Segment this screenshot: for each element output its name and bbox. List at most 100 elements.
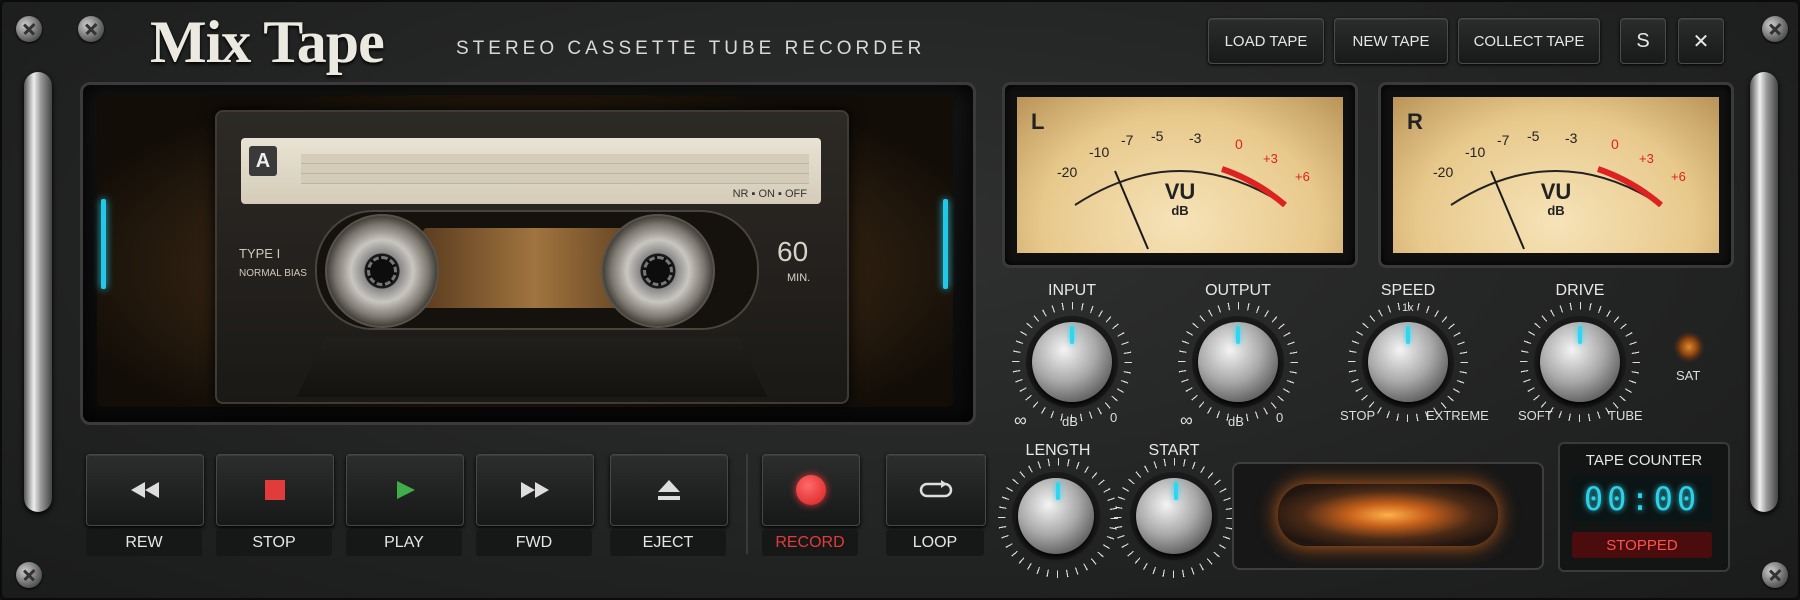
- drive-knob[interactable]: [1540, 322, 1620, 402]
- loop-label: LOOP: [886, 530, 984, 556]
- screw-icon: [16, 562, 42, 588]
- vu-tick-label: -5: [1151, 128, 1164, 144]
- vu-label: VU: [1164, 179, 1196, 204]
- play-icon: [397, 481, 415, 499]
- eject-button[interactable]: [610, 454, 728, 526]
- counter-status: STOPPED: [1572, 532, 1712, 558]
- vu-channel-label: R: [1407, 109, 1423, 134]
- close-button[interactable]: ✕: [1678, 18, 1724, 64]
- vu-tick-label: -3: [1189, 130, 1202, 146]
- start-knob[interactable]: [1136, 478, 1212, 554]
- right-handle: [1750, 72, 1778, 512]
- output-max-label: 0: [1276, 410, 1284, 425]
- transport-divider: [746, 454, 748, 554]
- stop-label: STOP: [216, 530, 332, 556]
- fast-forward-button[interactable]: [476, 454, 594, 526]
- sat-label: SAT: [1676, 368, 1701, 383]
- s-button[interactable]: S: [1620, 18, 1666, 64]
- drive-knob-label: DRIVE: [1555, 282, 1605, 299]
- counter-time: 00:00: [1572, 476, 1712, 522]
- vu-tick-label: 0: [1611, 136, 1619, 152]
- side-led-left: [101, 199, 106, 289]
- cassette-deck: A NR ▪ ON ▪ OFF TYPE I NORMAL BIAS 60 MI…: [80, 82, 976, 425]
- side-a-badge: A: [249, 146, 277, 176]
- record-icon: [796, 475, 826, 505]
- vu-unit: dB: [1171, 203, 1189, 218]
- vu-tick-label: -20: [1433, 164, 1453, 180]
- right-reel-icon: [601, 214, 715, 328]
- collect-tape-button[interactable]: COLLECT TAPE: [1458, 18, 1600, 64]
- rewind-button[interactable]: [86, 454, 204, 526]
- label-lines: [301, 154, 809, 184]
- vu-meter-right: -20 -10 -7 -5 -3 0 +3 +6 R VU dB: [1378, 82, 1734, 268]
- knob-indicator: [1174, 482, 1178, 500]
- speed-knob-label: SPEED: [1380, 282, 1436, 299]
- output-knob[interactable]: [1198, 322, 1278, 402]
- tape-minutes: 60: [777, 236, 809, 267]
- rewind-icon: [131, 482, 159, 498]
- vu-scale: -20 -10 -7 -5 -3 0 +3 +6: [1433, 128, 1686, 250]
- vu-unit: dB: [1547, 203, 1565, 218]
- input-max-label: 0: [1110, 410, 1118, 425]
- output-knob-label: OUTPUT: [1205, 282, 1271, 299]
- play-button[interactable]: [346, 454, 464, 526]
- vu-scale: -20 -10 -7 -5 -3 0 +3 +6: [1057, 128, 1310, 250]
- tape-minutes-unit: MIN.: [787, 272, 811, 284]
- tape-bias: NORMAL BIAS: [239, 268, 307, 279]
- length-knob[interactable]: [1018, 478, 1094, 554]
- knob-indicator: [1236, 326, 1240, 344]
- knob-indicator: [1406, 326, 1410, 344]
- input-knob[interactable]: [1032, 322, 1112, 402]
- stop-button[interactable]: [216, 454, 334, 526]
- fast-forward-icon: [521, 482, 549, 498]
- screw-icon: [1762, 562, 1788, 588]
- drive-min-label: SOFT: [1518, 408, 1553, 423]
- plugin-window: Mix Tape STEREO CASSETTE TUBE RECORDER L…: [0, 0, 1800, 600]
- speed-knob[interactable]: [1368, 322, 1448, 402]
- cassette-well: A NR ▪ ON ▪ OFF TYPE I NORMAL BIAS 60 MI…: [97, 95, 953, 407]
- vu-face: -20 -10 -7 -5 -3 0 +3 +6 R VU dB: [1393, 97, 1719, 253]
- fast-forward-label: FWD: [476, 530, 592, 556]
- eject-label: EJECT: [610, 530, 726, 556]
- tape-counter: TAPE COUNTER 00:00 STOPPED: [1558, 442, 1730, 572]
- tape-type: TYPE I: [239, 246, 281, 261]
- record-button[interactable]: [762, 454, 860, 526]
- vu-tick-label: -7: [1497, 132, 1510, 148]
- screw-icon: [78, 16, 104, 42]
- vu-tick-label: -20: [1057, 164, 1077, 180]
- left-reel-icon: [325, 214, 439, 328]
- knob-indicator: [1578, 326, 1582, 344]
- cassette-label: A NR ▪ ON ▪ OFF: [241, 138, 821, 204]
- vu-tick-label: -10: [1465, 144, 1485, 160]
- vu-face: -20 -10 -7 -5 -3 0 +3 +6 L VU dB: [1017, 97, 1343, 253]
- nr-indicator: NR ▪ ON ▪ OFF: [732, 188, 807, 200]
- nr-on-label: ON: [758, 188, 775, 200]
- vu-channel-label: L: [1031, 109, 1045, 134]
- loop-button[interactable]: [886, 454, 986, 526]
- cassette-bottom-plate: [297, 337, 767, 397]
- play-label: PLAY: [346, 530, 462, 556]
- output-unit-label: dB: [1228, 414, 1244, 429]
- output-min-label: ∞: [1180, 410, 1193, 430]
- vu-tick-label: -10: [1089, 144, 1109, 160]
- side-led-right: [943, 199, 948, 289]
- vu-tick-label: -7: [1121, 132, 1134, 148]
- vu-meter-left: -20 -10 -7 -5 -3 0 +3 +6 L VU dB: [1002, 82, 1358, 268]
- cassette-tape[interactable]: A NR ▪ ON ▪ OFF TYPE I NORMAL BIAS 60 MI…: [215, 110, 849, 404]
- stop-icon: [265, 480, 285, 500]
- sat-lamp-icon[interactable]: [1678, 336, 1700, 358]
- new-tape-button[interactable]: NEW TAPE: [1334, 18, 1448, 64]
- vu-tick-label: -3: [1565, 130, 1578, 146]
- load-tape-button[interactable]: LOAD TAPE: [1208, 18, 1324, 64]
- nr-label: NR: [732, 188, 749, 200]
- left-handle: [24, 72, 52, 512]
- app-subtitle: STEREO CASSETTE TUBE RECORDER: [456, 38, 926, 59]
- vu-tick-label: +3: [1263, 151, 1278, 166]
- vu-tick-label: +3: [1639, 151, 1654, 166]
- screw-icon: [16, 16, 42, 42]
- speed-max-label: EXTREME: [1426, 408, 1489, 423]
- knob-indicator: [1070, 326, 1074, 344]
- rewind-label: REW: [86, 530, 202, 556]
- input-knob-label: INPUT: [1048, 282, 1096, 299]
- screw-icon: [1762, 16, 1788, 42]
